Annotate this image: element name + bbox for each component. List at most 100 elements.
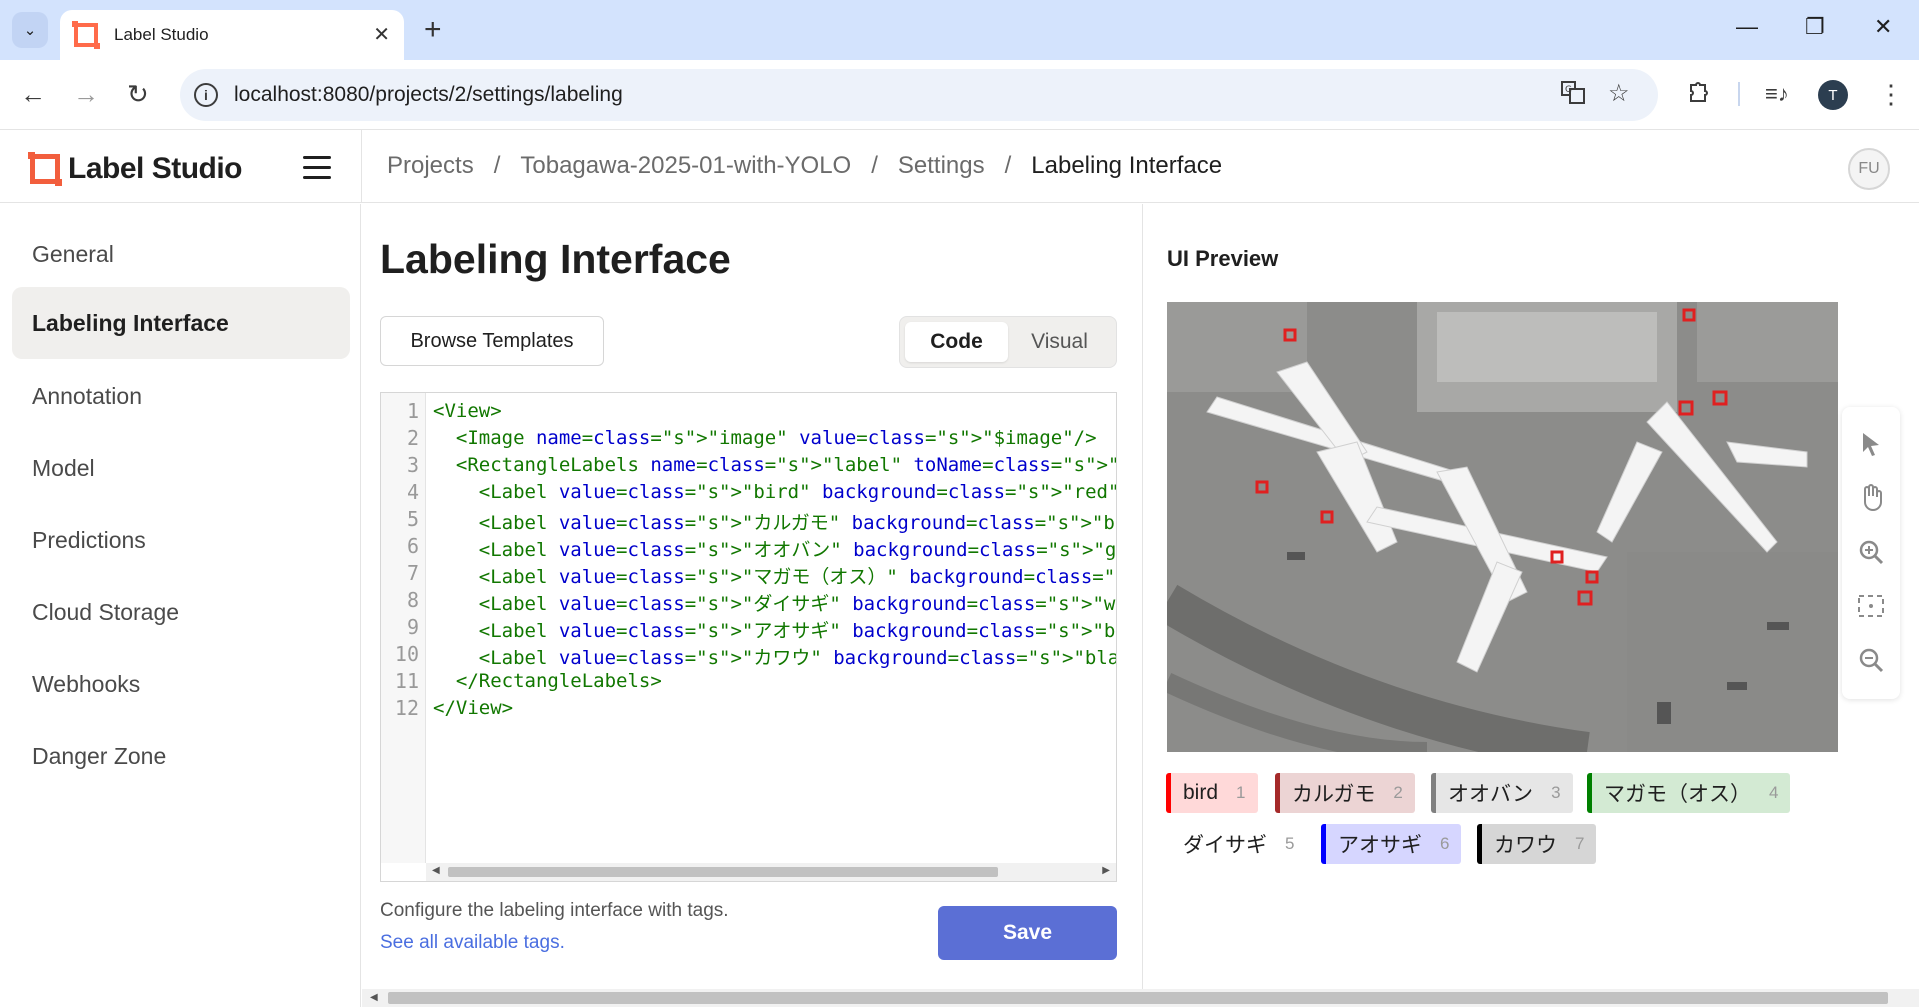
zoom-out-icon[interactable]: [1842, 633, 1900, 687]
preview-image[interactable]: [1167, 302, 1838, 752]
panel-divider: [1142, 204, 1143, 989]
line-number: 2: [406, 426, 419, 450]
forward-icon[interactable]: →: [73, 79, 99, 109]
editor-horizontal-scrollbar[interactable]: ◀ ▶: [426, 863, 1116, 881]
page-horizontal-scrollbar[interactable]: ◀: [362, 989, 1919, 1007]
breadcrumb-project[interactable]: Tobagawa-2025-01-with-YOLO: [520, 152, 851, 180]
restore-icon[interactable]: ❐: [1805, 14, 1825, 40]
label-hotkey: 7: [1575, 834, 1585, 853]
label-chip[interactable]: マガモ（オス） 4: [1587, 773, 1791, 813]
user-avatar[interactable]: FU: [1848, 148, 1890, 190]
label-chip[interactable]: bird 1: [1166, 773, 1258, 813]
line-number-gutter: 1 2 3 4 5 6 7 8 9 10 11 12: [381, 393, 426, 863]
line-number: 3: [406, 453, 419, 477]
see-tags-link[interactable]: See all available tags.: [380, 932, 565, 954]
line-number: 6: [406, 534, 419, 558]
media-control-icon[interactable]: ≡♪: [1765, 79, 1789, 109]
hamburger-menu-icon[interactable]: [303, 156, 331, 186]
code-line: <Label value=class="s">"アオサギ" background…: [433, 620, 1116, 642]
label-chip[interactable]: カワウ 7: [1477, 824, 1597, 864]
label-hotkey: 4: [1769, 783, 1779, 802]
new-tab-icon[interactable]: +: [424, 12, 442, 48]
window-close-icon[interactable]: ✕: [1874, 14, 1892, 40]
breadcrumb: Projects / Tobagawa-2025-01-with-YOLO / …: [387, 152, 1222, 180]
label-hotkey: 2: [1393, 783, 1403, 802]
cursor-icon[interactable]: [1842, 417, 1900, 471]
label-chip-text: bird: [1183, 781, 1219, 804]
tab-visual[interactable]: Visual: [1008, 322, 1111, 362]
translate-icon[interactable]: G: [1560, 79, 1586, 112]
code-line: </View>: [433, 697, 514, 719]
sidebar-item-model[interactable]: Model: [12, 432, 350, 504]
scroll-left-icon[interactable]: ◀: [370, 992, 378, 1003]
header-divider: [361, 130, 362, 203]
line-number: 11: [394, 669, 419, 693]
label-chip[interactable]: ダイサギ 5: [1166, 824, 1307, 864]
editor-scroll-thumb[interactable]: [448, 867, 998, 877]
label-chip[interactable]: カルガモ 2: [1275, 773, 1415, 813]
sidebar-item-cloud-storage[interactable]: Cloud Storage: [12, 576, 350, 648]
hand-icon[interactable]: [1842, 471, 1900, 525]
browser-tab[interactable]: Label Studio ✕: [60, 10, 404, 60]
label-hotkey: 3: [1551, 783, 1561, 802]
bookmark-star-icon[interactable]: ☆: [1608, 79, 1630, 108]
browse-templates-button[interactable]: Browse Templates: [380, 316, 604, 366]
preview-title: UI Preview: [1167, 246, 1279, 271]
scroll-left-icon[interactable]: ◀: [432, 865, 440, 876]
zoom-in-icon[interactable]: [1842, 525, 1900, 579]
code-line: <Label value=class="s">"カワウ" background=…: [433, 647, 1116, 669]
breadcrumb-projects[interactable]: Projects: [387, 152, 474, 180]
breadcrumb-settings[interactable]: Settings: [898, 152, 985, 180]
label-chip[interactable]: オオバン 3: [1431, 773, 1573, 813]
tab-title: Label Studio: [114, 25, 209, 44]
tab-close-icon[interactable]: ✕: [373, 22, 390, 47]
save-button[interactable]: Save: [938, 906, 1117, 960]
profile-avatar[interactable]: T: [1818, 80, 1848, 110]
url-text[interactable]: localhost:8080/projects/2/settings/label…: [234, 83, 623, 107]
code-line: <Label value=class="s">"オオバン" background…: [433, 539, 1117, 561]
code-line: <Label value=class="s">"カルガモ" background…: [433, 512, 1116, 534]
label-chip-text: アオサギ: [1338, 834, 1422, 857]
label-chip-text: ダイサギ: [1183, 834, 1267, 857]
breadcrumb-separator: /: [1004, 152, 1012, 179]
line-number: 1: [406, 399, 419, 423]
sidebar-item-danger-zone[interactable]: Danger Zone: [12, 720, 350, 792]
sidebar-item-predictions[interactable]: Predictions: [12, 504, 350, 576]
breadcrumb-current: Labeling Interface: [1031, 152, 1223, 179]
label-chip-text: マガモ（オス）: [1604, 783, 1751, 806]
browser-toolbar: ← → ↻ i localhost:8080/projects/2/settin…: [0, 60, 1919, 130]
back-icon[interactable]: ←: [20, 79, 46, 109]
code-line: <Label value=class="s">"マガモ（オス）" backgro…: [433, 566, 1116, 588]
code-editor[interactable]: 1 2 3 4 5 6 7 8 9 10 11 12 <View> <Image…: [380, 392, 1117, 882]
reload-icon[interactable]: ↻: [127, 79, 149, 109]
browser-tab-bar: ⌄ Label Studio ✕ + — ❐ ✕: [0, 0, 1919, 60]
sidebar-item-labeling-interface[interactable]: Labeling Interface: [12, 287, 350, 359]
label-chip-text: カルガモ: [1292, 783, 1376, 806]
label-chip-text: カワウ: [1494, 834, 1557, 857]
app-header: Label Studio Projects / Tobagawa-2025-01…: [0, 130, 1919, 203]
app-logo[interactable]: Label Studio: [28, 152, 243, 186]
site-info-icon[interactable]: i: [194, 83, 218, 107]
tab-code[interactable]: Code: [905, 322, 1008, 362]
sidebar-item-general[interactable]: General: [12, 218, 350, 290]
settings-sidebar: General Labeling Interface Annotation Mo…: [0, 204, 361, 1007]
address-bar[interactable]: i localhost:8080/projects/2/settings/lab…: [180, 69, 1658, 121]
code-line: <Label value=class="s">"ダイサギ" background…: [433, 593, 1116, 615]
label-studio-logo-icon: [28, 152, 62, 186]
logo-text: Label Studio: [68, 152, 243, 185]
tab-search-dropdown-icon[interactable]: ⌄: [12, 12, 48, 48]
code-visual-toggle: Code Visual: [899, 316, 1117, 368]
minimize-icon[interactable]: —: [1736, 14, 1758, 40]
page-scroll-thumb[interactable]: [388, 992, 1888, 1004]
sidebar-item-annotation[interactable]: Annotation: [12, 360, 350, 432]
breadcrumb-separator: /: [493, 152, 501, 179]
fit-to-screen-icon[interactable]: [1842, 579, 1900, 633]
line-number: 7: [406, 561, 419, 585]
breadcrumb-separator: /: [871, 152, 878, 179]
code-line: <View>: [433, 400, 502, 422]
browser-menu-icon[interactable]: ⋮: [1878, 79, 1904, 109]
scroll-right-icon[interactable]: ▶: [1102, 865, 1110, 876]
label-chip[interactable]: アオサギ 6: [1321, 824, 1462, 864]
sidebar-item-webhooks[interactable]: Webhooks: [12, 648, 350, 720]
extensions-icon[interactable]: [1685, 79, 1711, 111]
